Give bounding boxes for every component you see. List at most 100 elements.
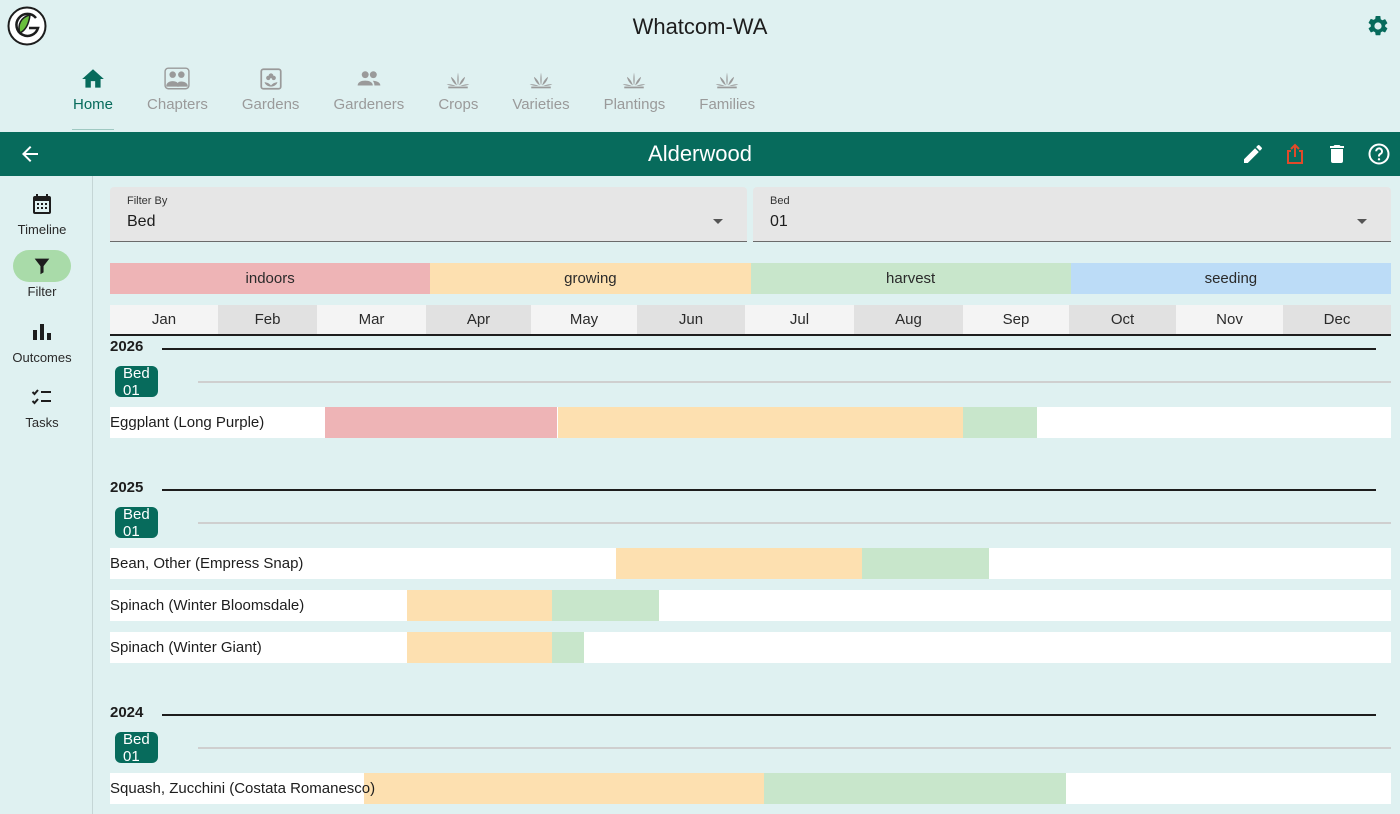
nav-label: Plantings xyxy=(603,96,666,113)
phase-legend: indoors growing harvest seeding xyxy=(110,263,1391,294)
filter-by-select[interactable]: Filter By Bed xyxy=(110,187,747,242)
rail-filter[interactable]: Filter xyxy=(0,250,84,299)
nav-label: Varieties xyxy=(512,96,570,113)
legend-indoors: indoors xyxy=(110,263,431,294)
month-jan: Jan xyxy=(110,305,218,334)
nav-chapters[interactable]: Chapters xyxy=(130,66,225,130)
year-label: 2026 xyxy=(110,338,144,355)
month-oct: Oct xyxy=(1069,305,1176,334)
nav-label: Gardens xyxy=(241,96,300,113)
bed-chip[interactable]: Bed 01 xyxy=(115,365,158,399)
phase-bar-harvest xyxy=(763,773,1066,804)
year-divider xyxy=(162,348,1376,350)
chapters-icon xyxy=(164,67,191,90)
planting-name: Spinach (Winter Bloomsdale) xyxy=(110,597,305,614)
month-dec: Dec xyxy=(1283,305,1391,334)
calendar-icon xyxy=(33,194,51,214)
select-value: Bed xyxy=(127,213,156,230)
dropdown-caret-icon xyxy=(713,219,723,224)
share-export-icon[interactable] xyxy=(1283,142,1307,166)
rail-timeline[interactable]: Timeline xyxy=(0,188,84,237)
select-label: Bed xyxy=(770,195,790,207)
planting-name: Bean, Other (Empress Snap) xyxy=(110,555,304,572)
phase-bar-growing xyxy=(557,407,963,438)
bed-divider xyxy=(198,381,1391,383)
rail-tasks[interactable]: Tasks xyxy=(0,381,84,430)
delete-trash-icon[interactable] xyxy=(1325,142,1349,166)
month-jun: Jun xyxy=(637,305,745,334)
bar-chart-icon xyxy=(33,324,51,340)
month-sep: Sep xyxy=(963,305,1069,334)
legend-growing: growing xyxy=(430,263,751,294)
year-label: 2024 xyxy=(110,704,144,721)
planting-name: Spinach (Winter Giant) xyxy=(110,639,262,656)
planting-row[interactable]: Bean, Other (Empress Snap) xyxy=(110,548,1391,579)
month-apr: Apr xyxy=(426,305,531,334)
nav-home[interactable]: Home xyxy=(56,66,130,130)
plantings-icon xyxy=(623,72,646,89)
month-jul: Jul xyxy=(745,305,854,334)
app-title: Whatcom-WA xyxy=(632,14,768,39)
month-header: Jan Feb Mar Apr May Jun Jul Aug Sep Oct Nov Dec xyxy=(110,305,1391,336)
nav-label: Crops xyxy=(438,96,479,113)
page-titlebar: Alderwood xyxy=(0,132,1400,176)
rail-label: Outcomes xyxy=(12,350,72,365)
families-icon xyxy=(715,72,739,89)
edit-pencil-icon[interactable] xyxy=(1241,142,1265,166)
phase-bar-growing xyxy=(407,590,553,621)
gardens-icon xyxy=(260,68,282,90)
select-value: 01 xyxy=(770,213,788,230)
phase-bar-harvest xyxy=(861,548,990,579)
phase-bar-harvest xyxy=(552,632,584,663)
planting-name: Eggplant (Long Purple) xyxy=(110,414,265,431)
bed-divider xyxy=(198,522,1391,524)
bed-select[interactable]: Bed 01 xyxy=(753,187,1391,242)
planting-row[interactable]: Squash, Zucchini (Costata Romanesco) xyxy=(110,773,1391,804)
filter-icon xyxy=(34,258,50,275)
bed-chip[interactable]: Bed 01 xyxy=(115,506,158,540)
nav-plantings[interactable]: Plantings xyxy=(587,66,683,130)
rail-label: Timeline xyxy=(17,222,67,237)
phase-bar-growing xyxy=(407,632,553,663)
dropdown-caret-icon xyxy=(1357,219,1367,224)
gardeners-icon xyxy=(357,71,381,86)
month-aug: Aug xyxy=(854,305,963,334)
nav-varieties[interactable]: Varieties xyxy=(495,66,586,130)
nav-label: Home xyxy=(73,96,114,113)
nav-crops[interactable]: Crops xyxy=(421,66,495,130)
select-label: Filter By xyxy=(127,195,168,207)
year-divider xyxy=(162,489,1376,491)
month-feb: Feb xyxy=(218,305,317,334)
bed-divider xyxy=(198,747,1391,749)
phase-bar-growing xyxy=(363,773,764,804)
checklist-icon xyxy=(31,389,51,405)
rail-icon-wrap xyxy=(13,188,71,220)
planting-row[interactable]: Eggplant (Long Purple) xyxy=(110,407,1391,438)
phase-bar-harvest xyxy=(552,590,659,621)
bed-chip[interactable]: Bed 01 xyxy=(115,731,158,765)
planting-row[interactable]: Spinach (Winter Bloomsdale) xyxy=(110,590,1391,621)
planting-row[interactable]: Spinach (Winter Giant) xyxy=(110,632,1391,663)
app-header: Whatcom-WA Home Chapters Gardens Gardene… xyxy=(0,0,1400,132)
nav-families[interactable]: Families xyxy=(682,66,772,130)
nav-gardens[interactable]: Gardens xyxy=(225,66,317,130)
rail-icon-wrap xyxy=(13,250,71,282)
month-may: May xyxy=(531,305,637,334)
main-nav: Home Chapters Gardens Gardeners Crops Va… xyxy=(56,66,772,132)
rail-label: Tasks xyxy=(25,415,59,430)
rail-outcomes[interactable]: Outcomes xyxy=(0,316,84,365)
year-label: 2025 xyxy=(110,479,144,496)
home-icon xyxy=(82,69,104,88)
varieties-icon xyxy=(529,72,553,89)
nav-gardeners[interactable]: Gardeners xyxy=(316,66,421,130)
phase-bar-indoors xyxy=(324,407,558,438)
rail-label: Filter xyxy=(27,284,57,299)
settings-gear-icon[interactable] xyxy=(1366,14,1390,38)
month-nov: Nov xyxy=(1176,305,1283,334)
crops-icon xyxy=(446,72,470,89)
nav-label: Gardeners xyxy=(333,96,405,113)
help-icon[interactable] xyxy=(1367,142,1391,166)
nav-label: Families xyxy=(699,96,756,113)
rail-icon-wrap xyxy=(13,316,71,348)
phase-bar-harvest xyxy=(963,407,1038,438)
